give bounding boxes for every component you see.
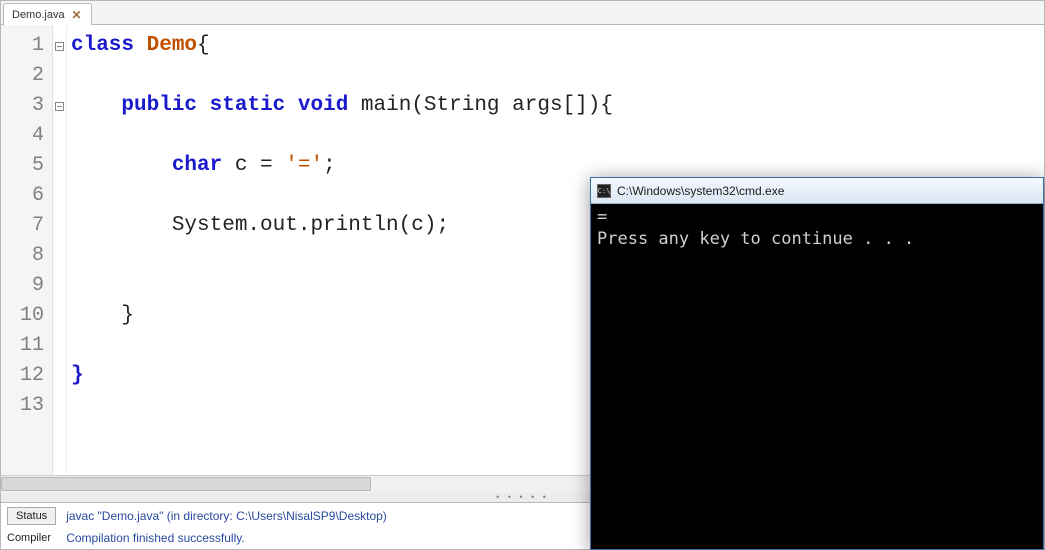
code-line[interactable] — [71, 121, 1040, 151]
tab-bar: Demo.java ✕ — [1, 1, 1044, 25]
scrollbar-thumb[interactable] — [1, 477, 371, 491]
fold-strip — [53, 25, 67, 475]
cmd-titlebar[interactable]: C:\ C:\Windows\system32\cmd.exe — [591, 178, 1043, 204]
line-number: 5 — [1, 151, 52, 181]
fold-marker — [53, 121, 66, 151]
line-number: 11 — [1, 331, 52, 361]
fold-marker — [53, 301, 66, 331]
tab-filename: Demo.java — [12, 9, 65, 21]
fold-collapse-icon[interactable] — [55, 102, 64, 111]
line-number-gutter: 12345678910111213 — [1, 25, 53, 475]
code-line[interactable]: class Demo{ — [71, 31, 1040, 61]
line-number: 2 — [1, 61, 52, 91]
line-number: 3 — [1, 91, 52, 121]
fold-marker — [53, 181, 66, 211]
fold-marker[interactable] — [53, 91, 66, 121]
fold-marker — [53, 391, 66, 421]
fold-marker — [53, 361, 66, 391]
line-number: 13 — [1, 391, 52, 421]
fold-marker — [53, 151, 66, 181]
line-number: 8 — [1, 241, 52, 271]
line-number: 9 — [1, 271, 52, 301]
fold-collapse-icon[interactable] — [55, 42, 64, 51]
line-number: 1 — [1, 31, 52, 61]
code-line[interactable] — [71, 61, 1040, 91]
fold-marker[interactable] — [53, 31, 66, 61]
cmd-window[interactable]: C:\ C:\Windows\system32\cmd.exe = Press … — [590, 177, 1044, 550]
cmd-output[interactable]: = Press any key to continue . . . — [591, 204, 1043, 549]
close-icon[interactable]: ✕ — [71, 9, 83, 21]
fold-marker — [53, 61, 66, 91]
cmd-icon: C:\ — [597, 184, 611, 198]
file-tab[interactable]: Demo.java ✕ — [3, 3, 92, 25]
line-number: 12 — [1, 361, 52, 391]
compiler-label: Compiler — [7, 532, 56, 544]
line-number: 6 — [1, 181, 52, 211]
fold-marker — [53, 271, 66, 301]
line-number: 4 — [1, 121, 52, 151]
fold-marker — [53, 241, 66, 271]
fold-marker — [53, 211, 66, 241]
line-number: 7 — [1, 211, 52, 241]
line-number: 10 — [1, 301, 52, 331]
cmd-title: C:\Windows\system32\cmd.exe — [617, 184, 784, 198]
fold-marker — [53, 331, 66, 361]
status-button[interactable]: Status — [7, 507, 56, 525]
code-line[interactable]: public static void main(String args[]){ — [71, 91, 1040, 121]
